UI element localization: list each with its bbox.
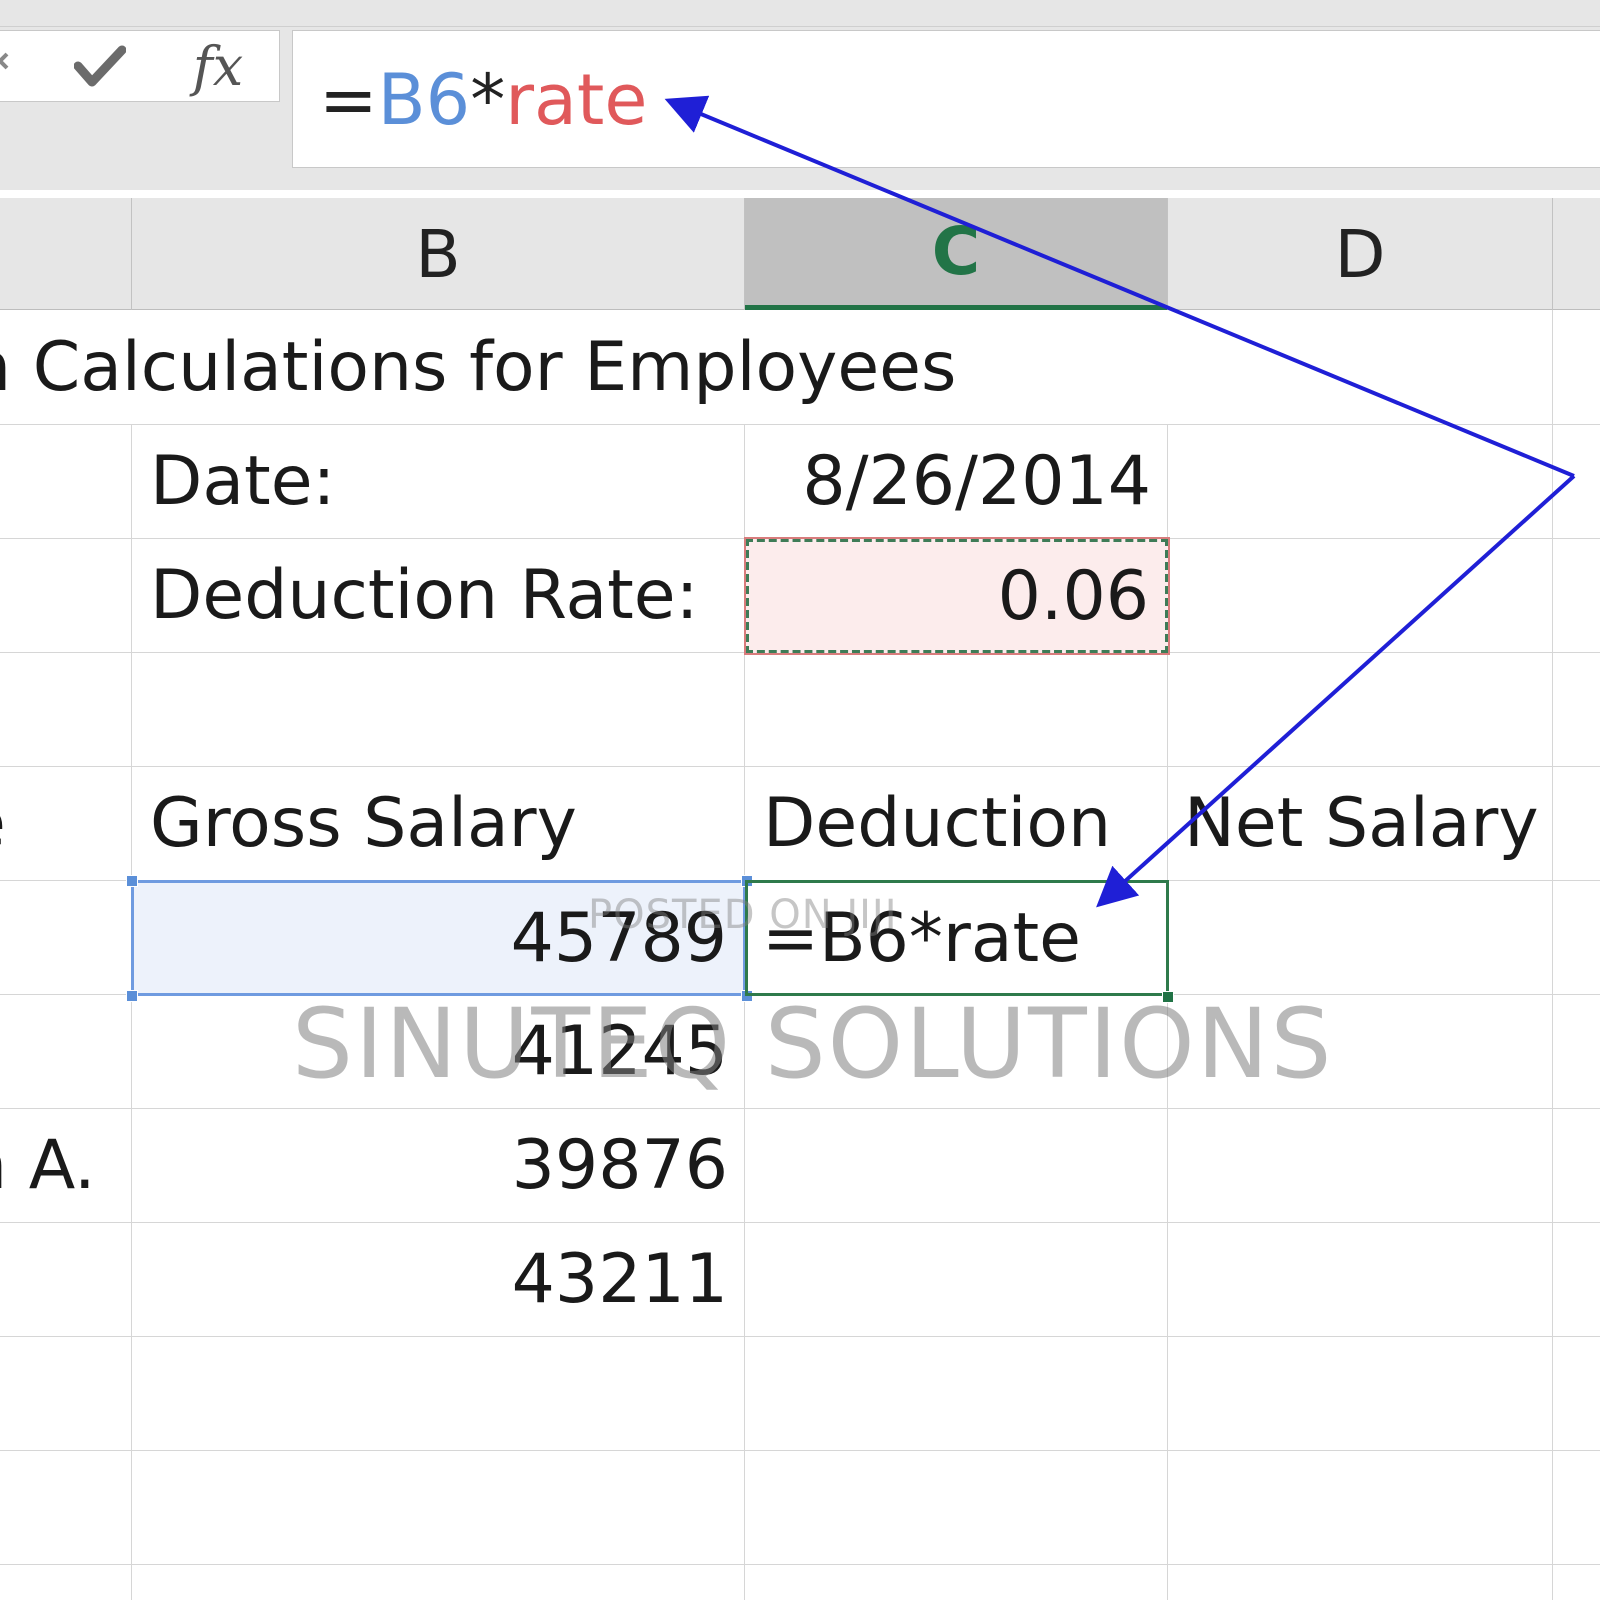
- arrow-to-cell: [1096, 474, 1576, 908]
- arrow-to-formula: [664, 95, 1575, 478]
- watermark-small: POSTED ON JIJI: [588, 892, 898, 938]
- watermark-small-text: POSTED ON JIJI: [588, 892, 898, 938]
- annotation-arrow: [664, 95, 1576, 908]
- watermark-main-text: SINUTEQ SOLUTIONS: [292, 988, 1334, 1100]
- watermark-main: SINUTEQ SOLUTIONS: [292, 988, 1333, 1100]
